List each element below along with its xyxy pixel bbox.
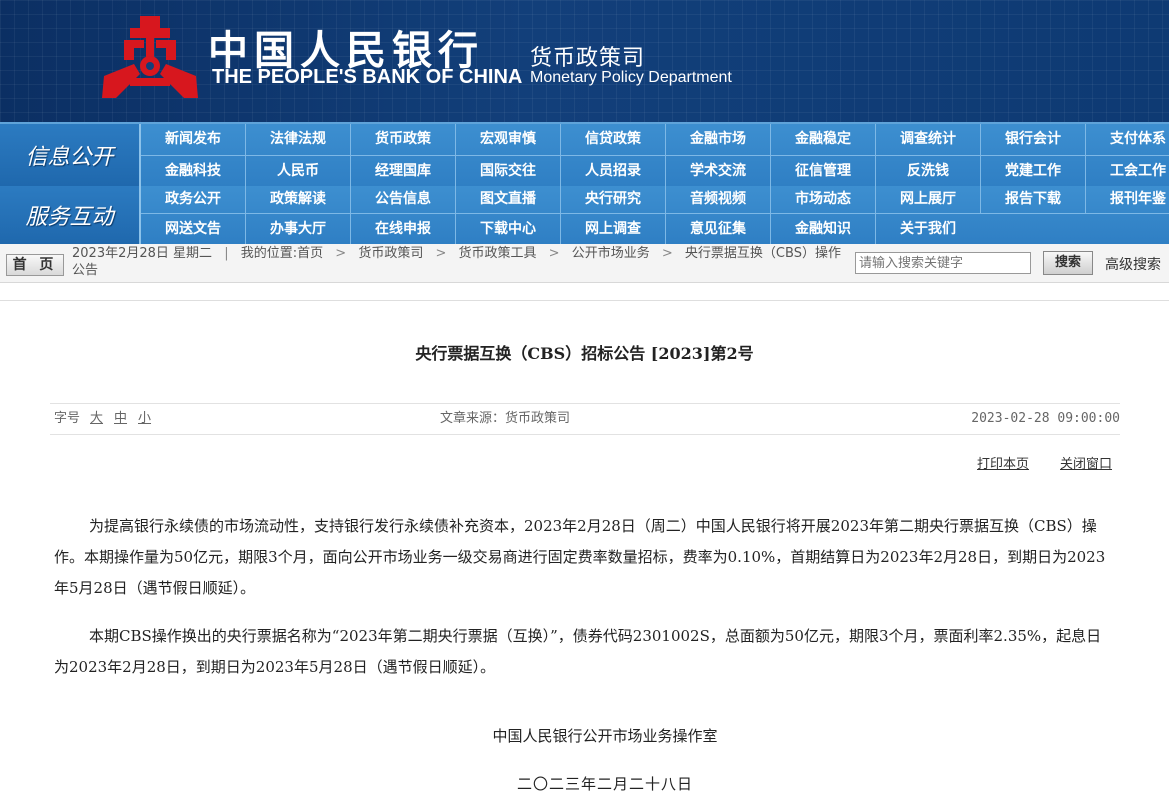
home-button[interactable]: 首 页 bbox=[6, 254, 64, 276]
nav-item[interactable]: 调查统计 bbox=[876, 124, 981, 155]
nav-section-label-service: 服务互动 bbox=[0, 186, 141, 244]
nav-row: 金融科技 人民币 经理国库 国际交往 人员招录 学术交流 征信管理 反洗钱 党建… bbox=[141, 156, 1169, 187]
article: 央行票据互换（CBS）招标公告 [2023]第2号 字号 大 中 小 文章来源：… bbox=[0, 300, 1169, 798]
nav-section-label-info: 信息公开 bbox=[0, 124, 141, 186]
breadcrumb-item[interactable]: 货币政策司 bbox=[358, 246, 423, 261]
current-date: 2023年2月28日 bbox=[72, 246, 169, 261]
publish-time: 2023-02-28 09:00:00 bbox=[971, 411, 1120, 426]
nav-item[interactable]: 信贷政策 bbox=[561, 124, 666, 155]
nav-item[interactable]: 政务公开 bbox=[141, 186, 246, 213]
nav-item[interactable]: 公告信息 bbox=[351, 186, 456, 213]
close-window-link[interactable]: 关闭窗口 bbox=[1060, 453, 1112, 472]
nav-item[interactable]: 金融稳定 bbox=[771, 124, 876, 155]
nav-item[interactable]: 报告下载 bbox=[981, 186, 1086, 213]
font-size-small-link[interactable]: 小 bbox=[138, 404, 151, 434]
nav-row: 网送文告 办事大厅 在线申报 下载中心 网上调查 意见征集 金融知识 关于我们 bbox=[141, 214, 980, 244]
breadcrumb-separator: | bbox=[224, 246, 229, 261]
breadcrumb-item[interactable]: 货币政策工具 bbox=[459, 246, 537, 261]
nav-item[interactable]: 网送文告 bbox=[141, 214, 246, 244]
article-meta-bar: 字号 大 中 小 文章来源：货币政策司 2023-02-28 09:00:00 bbox=[50, 403, 1120, 435]
breadcrumb-separator: > bbox=[548, 246, 560, 261]
breadcrumb-bar: 首 页 2023年2月28日 星期二 | 我的位置:首页 > 货币政策司 > 货… bbox=[0, 244, 1169, 283]
nav-item[interactable]: 经理国库 bbox=[351, 156, 456, 187]
nav-item[interactable]: 报刊年鉴 bbox=[1086, 186, 1169, 213]
nav-item[interactable]: 图文直播 bbox=[456, 186, 561, 213]
nav-item[interactable]: 网上调查 bbox=[561, 214, 666, 244]
pboc-logo-icon[interactable] bbox=[100, 14, 200, 100]
nav-info-disclosure: 信息公开 新闻发布 法律法规 货币政策 宏观审慎 信贷政策 金融市场 金融稳定 … bbox=[0, 124, 1169, 187]
nav-item[interactable]: 央行研究 bbox=[561, 186, 666, 213]
nav-item[interactable]: 货币政策 bbox=[351, 124, 456, 155]
search-input[interactable] bbox=[855, 252, 1031, 274]
breadcrumb-separator: > bbox=[335, 246, 347, 261]
nav-row: 新闻发布 法律法规 货币政策 宏观审慎 信贷政策 金融市场 金融稳定 调查统计 … bbox=[141, 124, 1169, 156]
nav-item[interactable]: 支付体系 bbox=[1086, 124, 1169, 155]
nav-item[interactable]: 国际交往 bbox=[456, 156, 561, 187]
nav-item[interactable]: 金融科技 bbox=[141, 156, 246, 187]
site-header: 中国人民银行 THE PEOPLE'S BANK OF CHINA 货币政策司 … bbox=[0, 0, 1169, 124]
nav-row: 政务公开 政策解读 公告信息 图文直播 央行研究 音频视频 市场动态 网上展厅 … bbox=[141, 186, 1169, 214]
nav-item[interactable]: 市场动态 bbox=[771, 186, 876, 213]
article-signature: 中国人民银行公开市场业务操作室 bbox=[492, 727, 718, 745]
nav-item[interactable]: 法律法规 bbox=[246, 124, 351, 155]
nav-item[interactable]: 工会工作 bbox=[1086, 156, 1169, 187]
nav-item[interactable]: 在线申报 bbox=[351, 214, 456, 244]
nav-item[interactable]: 人民币 bbox=[246, 156, 351, 187]
font-size-label: 字号 bbox=[54, 411, 81, 426]
nav-item[interactable]: 新闻发布 bbox=[141, 124, 246, 155]
nav-item[interactable]: 下载中心 bbox=[456, 214, 561, 244]
nav-item[interactable]: 反洗钱 bbox=[876, 156, 981, 187]
article-paragraph: 为提高银行永续债的市场流动性，支持银行发行永续债补充资本，2023年2月28日（… bbox=[54, 517, 1106, 597]
nav-item[interactable]: 办事大厅 bbox=[246, 214, 351, 244]
article-source: 文章来源：货币政策司 bbox=[440, 411, 571, 426]
search-button[interactable]: 搜索 bbox=[1043, 251, 1093, 275]
nav-item[interactable]: 人员招录 bbox=[561, 156, 666, 187]
nav-service-interaction: 服务互动 政务公开 政策解读 公告信息 图文直播 央行研究 音频视频 市场动态 … bbox=[0, 186, 1169, 244]
article-sign-date: 二〇二三年二月二十八日 bbox=[516, 775, 693, 793]
nav-item[interactable]: 征信管理 bbox=[771, 156, 876, 187]
nav-item[interactable]: 关于我们 bbox=[876, 214, 980, 244]
nav-item[interactable]: 意见征集 bbox=[666, 214, 771, 244]
nav-item[interactable]: 宏观审慎 bbox=[456, 124, 561, 155]
font-size-large-link[interactable]: 大 bbox=[90, 404, 103, 434]
nav-item[interactable]: 金融知识 bbox=[771, 214, 876, 244]
breadcrumb-separator: > bbox=[661, 246, 673, 261]
breadcrumb-item[interactable]: 公开市场业务 bbox=[572, 246, 650, 261]
department-name-en: Monetary Policy Department bbox=[530, 69, 732, 86]
nav-item[interactable]: 银行会计 bbox=[981, 124, 1086, 155]
breadcrumb: 2023年2月28日 星期二 | 我的位置:首页 > 货币政策司 > 货币政策工… bbox=[72, 245, 852, 279]
advanced-search-link[interactable]: 高级搜索 bbox=[1105, 254, 1161, 274]
department-name-cn: 货币政策司 bbox=[530, 46, 646, 71]
font-size-medium-link[interactable]: 中 bbox=[114, 404, 127, 434]
nav-item[interactable]: 学术交流 bbox=[666, 156, 771, 187]
current-weekday: 星期二 bbox=[173, 246, 213, 261]
breadcrumb-location[interactable]: 我的位置:首页 bbox=[241, 246, 323, 261]
nav-item[interactable]: 党建工作 bbox=[981, 156, 1086, 187]
nav-item[interactable]: 金融市场 bbox=[666, 124, 771, 155]
article-paragraph: 本期CBS操作换出的央行票据名称为“2023年第二期央行票据（互换）”，债券代码… bbox=[54, 627, 1102, 676]
nav-item[interactable]: 政策解读 bbox=[246, 186, 351, 213]
print-page-link[interactable]: 打印本页 bbox=[977, 453, 1029, 472]
article-title: 央行票据互换（CBS）招标公告 [2023]第2号 bbox=[415, 344, 754, 363]
nav-item[interactable]: 网上展厅 bbox=[876, 186, 981, 213]
breadcrumb-separator: > bbox=[435, 246, 447, 261]
nav-item[interactable]: 音频视频 bbox=[666, 186, 771, 213]
bank-name-en: THE PEOPLE'S BANK OF CHINA bbox=[212, 66, 523, 88]
